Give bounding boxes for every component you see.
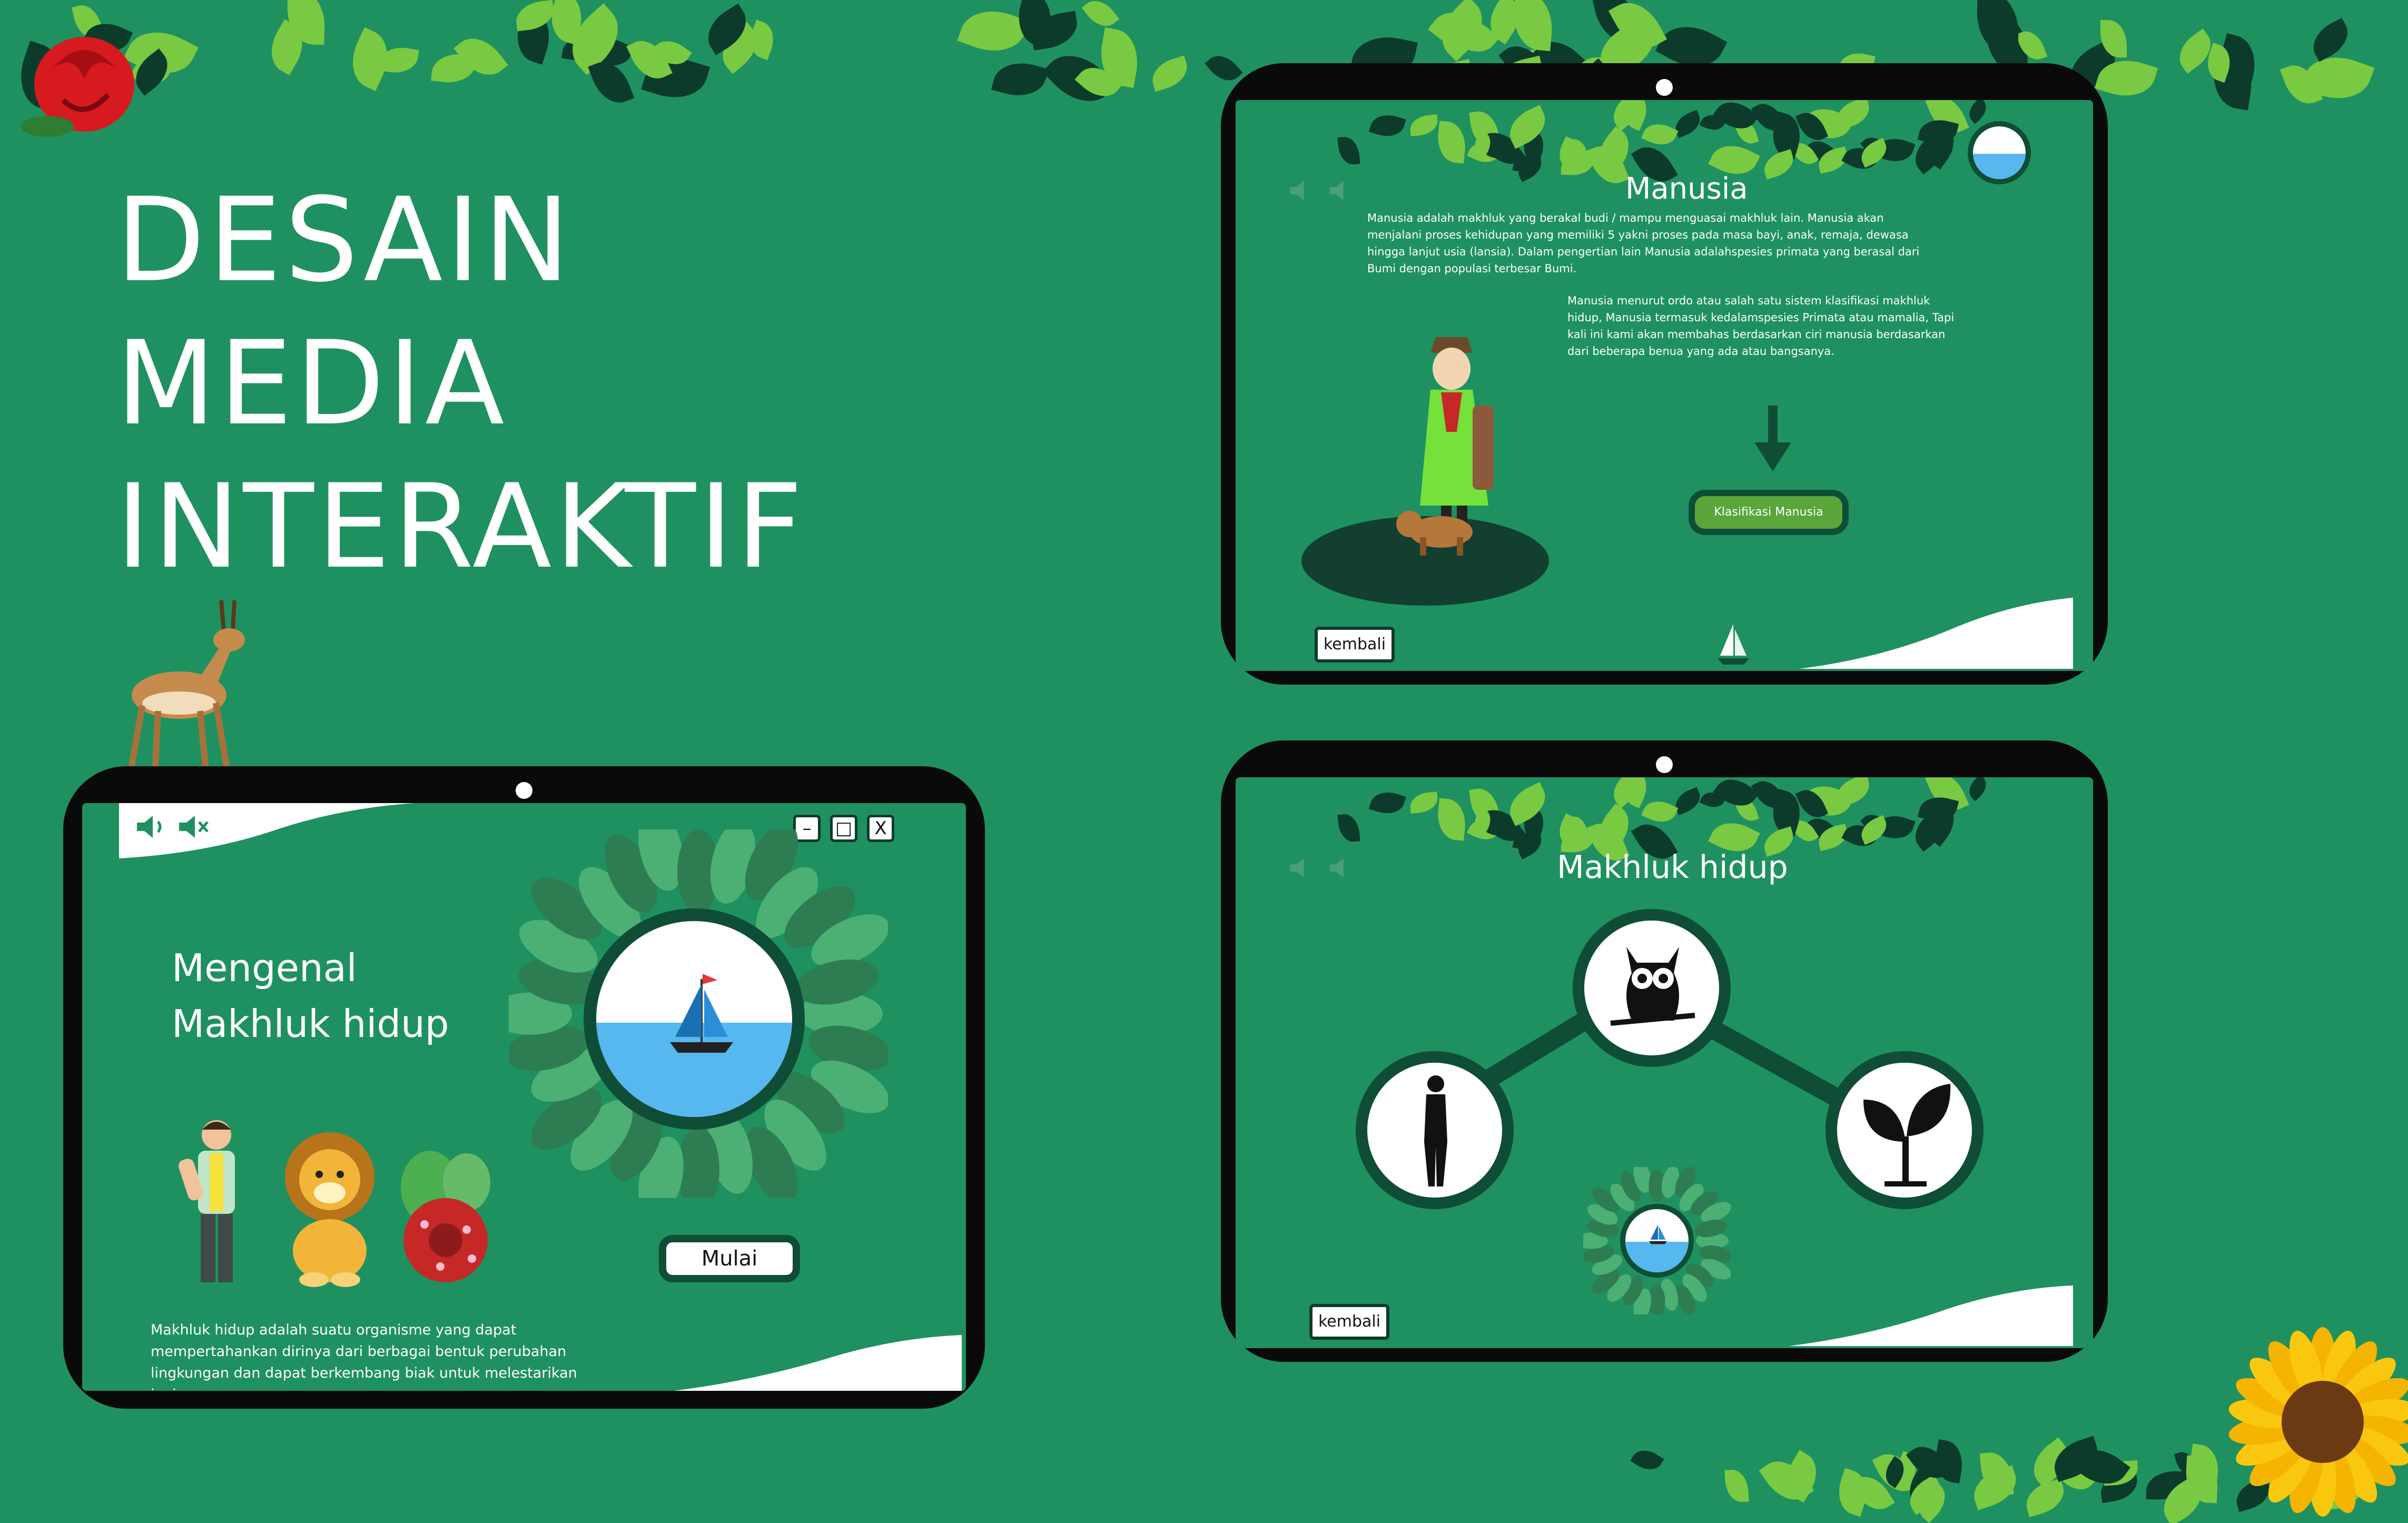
boat-logo-icon [584,908,805,1130]
dog-figure [1396,511,1473,556]
back-button-label: kembali [1323,635,1386,654]
bottom-wave [1789,1285,2073,1346]
sunflower-center [2282,1381,2364,1463]
poster-title: DESAIN MEDIA INTERAKTIF [116,169,806,598]
poster-canvas: DESAIN MEDIA INTERAKTIF – □ X Mengenal M… [0,0,2408,1523]
leaf-icon [1337,135,1360,166]
owl-icon [1610,947,1695,1026]
leaf-icon [991,56,1049,103]
title-line-1: DESAIN [116,173,574,308]
title-line-2: MEDIA [116,316,508,451]
leaf-icon [1760,149,1798,180]
human-node[interactable] [1356,1051,1514,1209]
leaf-icon [1511,0,1555,51]
tablet-home: – □ X Mengenal Makhluk hidup Mulai Makhl… [63,766,985,1409]
boat-icon [670,974,733,1053]
sunflower-icon [2228,1327,2408,1517]
sprout-icon [1863,1084,1951,1186]
leaf-icon [957,1,1029,62]
bottom-wave [1799,598,2073,669]
leaf-icon [1205,48,1243,88]
boat-icon [1718,624,1749,665]
tablet-camera [1656,756,1673,773]
leaf-icon [1968,1465,2022,1510]
deer-figure [129,600,245,767]
title-line-3: INTERAKTIF [116,459,806,594]
small-boat-logo-icon [1620,1204,1694,1278]
leaf-icon [1148,55,1192,92]
bottom-wave [674,1335,962,1391]
leaf-icon [1368,110,1406,141]
tablet-manusia: Manusia Manusia adalah makhluk yang bera… [1221,63,2108,685]
leaf-icon [514,0,556,32]
back-button[interactable]: kembali [1309,1304,1389,1340]
leaf-icon [1724,1469,1750,1504]
owl-node[interactable] [1573,909,1731,1067]
tablet-camera [1656,79,1673,96]
leaf-icon [1964,100,1991,124]
logo-sea [1973,154,2026,179]
speaker-on-icon[interactable] [135,814,169,840]
leaf-icon [1435,121,1468,164]
leaf-icon [430,51,477,85]
leaf-icon [1641,118,1679,151]
leaf-icon [2306,17,2355,62]
home-heading-line-1: Mengenal [172,946,357,990]
tablet-makhluk-hidup: Makhluk hidup kembali [1221,740,2108,1362]
lion-figure [285,1132,374,1287]
home-screen: – □ X Mengenal Makhluk hidup Mulai Makhl… [82,803,966,1391]
back-button[interactable]: kembali [1315,627,1395,662]
explorer-figure [179,1120,235,1282]
start-button[interactable]: Mulai [659,1235,800,1282]
tablet-camera [516,782,532,799]
leaf-icon [588,55,635,110]
home-heading: Mengenal Makhluk hidup [172,940,449,1052]
leaf-icon [2021,1478,2069,1517]
classify-button[interactable]: Klasifikasi Manusia [1689,490,1849,535]
arrow-down-icon [1754,406,1791,471]
manusia-paragraph-2: Manusia menurut ordo atau salah satu sis… [1567,294,1955,358]
manusia-title: Manusia [1625,172,1748,206]
classify-button-label: Klasifikasi Manusia [1714,506,1823,519]
logo-sea [1625,1242,1689,1272]
leaf-icon [1409,114,1439,136]
back-button-label: kembali [1318,1312,1381,1331]
rose-icon [21,37,134,137]
screen-leaf-decoration [1267,100,2005,190]
manusia-screen: Manusia Manusia adalah makhluk yang bera… [1236,100,2093,671]
leaf-icon [1630,1445,1664,1476]
leaf-icon [1976,0,2020,54]
small-boat-logo-icon [1968,121,2031,184]
home-heading-line-2: Makhluk hidup [172,1002,449,1046]
speaker-mute-icon[interactable] [1328,179,1357,202]
boat-icon [1649,1224,1667,1244]
human-silhouette-icon [1424,1075,1447,1186]
rafflesia-figure [401,1151,490,1282]
manusia-paragraph-1: Manusia adalah makhluk yang berakal budi… [1367,212,1920,275]
start-button-label: Mulai [701,1247,758,1271]
leaf-icon [1082,0,1120,33]
home-description: Makhluk hidup adalah suatu organisme yan… [151,1322,577,1391]
speaker-mute-icon[interactable] [177,814,211,840]
plant-node[interactable] [1825,1051,1983,1209]
makhluk-screen: Makhluk hidup kembali [1236,777,2093,1348]
speaker-on-icon[interactable] [1288,179,1318,202]
